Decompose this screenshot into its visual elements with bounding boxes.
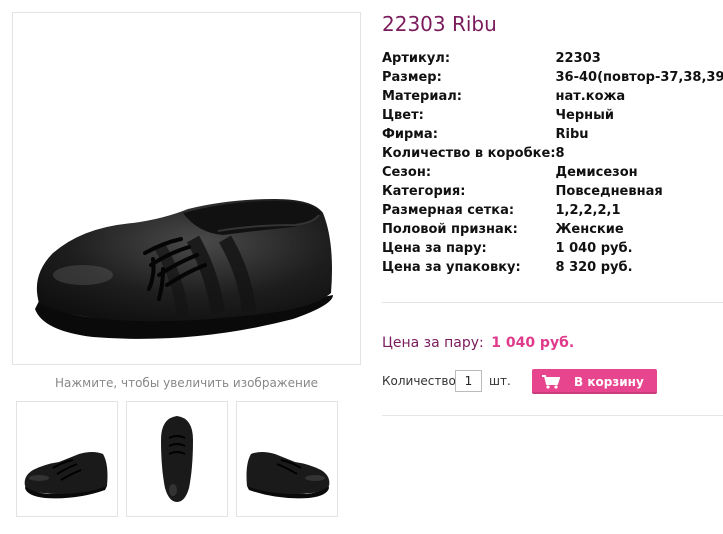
spec-row: Категория: Повседневная — [382, 182, 723, 201]
spec-row: Сезон: Демисезон — [382, 163, 723, 182]
spec-value: 1,2,2,2,1 — [555, 203, 621, 218]
price-per-pair: Цена за пару: 1 040 руб. — [382, 335, 574, 351]
main-product-image[interactable] — [12, 12, 361, 365]
spec-value: Черный — [555, 108, 614, 123]
cart-icon — [542, 374, 560, 389]
spec-label: Цвет: — [382, 108, 424, 123]
spec-label: Цена за упаковку: — [382, 260, 521, 275]
add-to-cart-label: В корзину — [574, 374, 644, 389]
spec-label: Размерная сетка: — [382, 203, 515, 218]
spec-label: Фирма: — [382, 127, 438, 142]
thumbnail-side-view[interactable] — [16, 401, 118, 517]
spec-row: Фирма: Ribu — [382, 125, 723, 144]
spec-label: Количество в коробке: — [382, 146, 556, 161]
spec-value: 22303 — [555, 51, 601, 66]
spec-row: Цена за пару: 1 040 руб. — [382, 239, 723, 258]
spec-value: нат.кожа — [555, 89, 626, 104]
quantity-label: Количество — [382, 374, 456, 388]
spec-row: Количество в коробке: 8 — [382, 144, 723, 163]
spec-row: Размерная сетка: 1,2,2,2,1 — [382, 201, 723, 220]
price-value: 1 040 руб. — [491, 335, 575, 351]
spec-label: Цена за пару: — [382, 241, 487, 256]
spec-value: 8 — [555, 146, 565, 161]
spec-label: Половой признак: — [382, 222, 518, 237]
spec-value: Повседневная — [555, 184, 663, 199]
spec-label: Размер: — [382, 70, 442, 85]
product-specs-table: Артикул: 22303 Размер: 36-40(повтор-37,38,3… — [382, 49, 723, 277]
divider — [382, 415, 723, 416]
spec-row: Половой признак: Женские — [382, 220, 723, 239]
spec-value: 1 040 руб. — [555, 241, 633, 256]
spec-row: Цена за упаковку: 8 320 руб. — [382, 258, 723, 277]
spec-value: Демисезон — [555, 165, 638, 180]
spec-row: Цвет: Черный — [382, 106, 723, 125]
product-title: 22303 Ribu — [382, 12, 497, 36]
quantity-input[interactable] — [455, 370, 482, 392]
thumbnail-side-view-2[interactable] — [236, 401, 338, 517]
spec-label: Материал: — [382, 89, 462, 104]
spec-value: Женские — [555, 222, 624, 237]
spec-row: Артикул: 22303 — [382, 49, 723, 68]
quantity-unit: шт. — [489, 374, 511, 388]
spec-label: Артикул: — [382, 51, 451, 66]
price-label: Цена за пару: — [382, 335, 484, 351]
spec-value: 36-40(повтор-37,38,39) — [555, 70, 723, 85]
spec-value: Ribu — [555, 127, 589, 142]
thumbnail-top-view[interactable] — [126, 401, 228, 517]
add-to-cart-button[interactable]: В корзину — [532, 369, 657, 394]
spec-label: Сезон: — [382, 165, 432, 180]
spec-row: Материал: нат.кожа — [382, 87, 723, 106]
spec-label: Категория: — [382, 184, 466, 199]
divider — [382, 302, 723, 303]
spec-row: Размер: 36-40(повтор-37,38,39) — [382, 68, 723, 87]
enlarge-image-hint: Нажмите, чтобы увеличить изображение — [54, 376, 319, 390]
spec-value: 8 320 руб. — [555, 260, 633, 275]
